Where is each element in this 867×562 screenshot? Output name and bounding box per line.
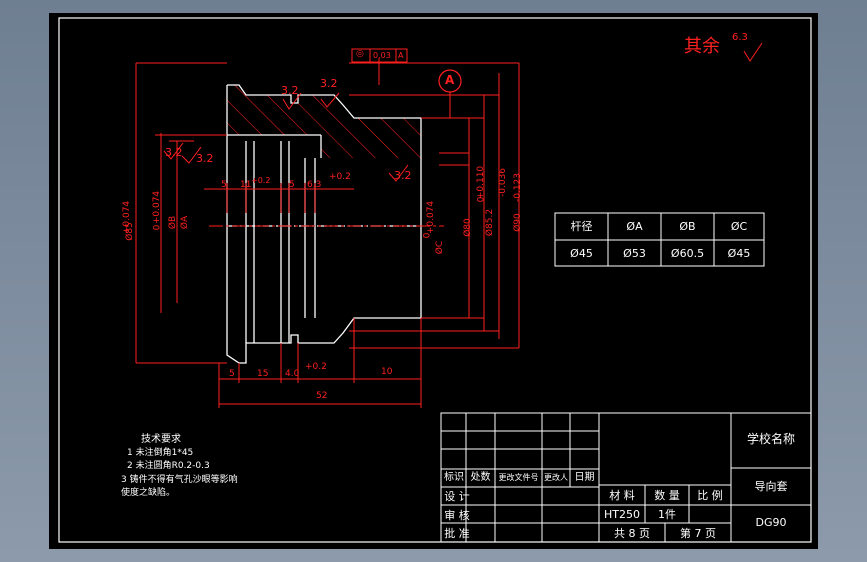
roughness-label: 3.2 (281, 84, 299, 97)
roughness-label: 3.2 (320, 77, 338, 90)
dim-d80: Ø80 (462, 218, 473, 237)
dim-d90-tol: -0.036 (498, 167, 509, 198)
param-header: ØA (626, 220, 643, 233)
dim-bot-10: 10 (381, 367, 393, 377)
school-name: 学校名称 (746, 432, 795, 446)
dim-db-label: ØB (168, 215, 179, 230)
concentricity-icon: ◎ (356, 49, 364, 59)
dim-dc-label: ØC (435, 240, 446, 255)
param-header: ØB (679, 220, 696, 233)
dim-dc-tol2: 0 (422, 232, 433, 239)
dim-da-label: ØA (180, 215, 191, 230)
tech-req-line: 使度之缺陷。 (121, 488, 176, 498)
tolerance-value: 0.03 (373, 51, 391, 60)
param-header: ØC (730, 220, 748, 233)
dim-bot-tol: +0.2 (305, 362, 327, 372)
total-pages: 共 8 页 (614, 527, 650, 540)
material-header: 材 料 (609, 489, 635, 502)
material-value: HT250 (604, 508, 640, 521)
dim-bot-4: 4.0 (285, 369, 300, 379)
drawing-sheet: 其余 6.3 A ◎ 0.03 A 3.2 3.2 3.2 3.2 3.2 +0… (49, 13, 818, 549)
dim-db-tol: +0.074 (152, 190, 163, 225)
dim-d90: Ø90 (512, 213, 523, 232)
dim-db-tol2: 0 (152, 224, 163, 231)
approve-label: 批 准 (444, 527, 470, 540)
dim-d85-label: Ø85 (124, 222, 135, 241)
dim-d90-tol2: -0.123 (513, 172, 524, 203)
part-name: 导向套 (754, 480, 788, 493)
dim-top-tol-a: +0.2 (251, 176, 271, 185)
dim-top-tol-b: +0.2 (329, 172, 351, 182)
dim-top-5b: 5 (289, 180, 295, 190)
check-label: 审 核 (444, 509, 470, 522)
page-number: 第 7 页 (680, 527, 716, 540)
param-value: Ø53 (623, 247, 646, 260)
rev-mark: 标识 (444, 472, 464, 483)
qty-value: 1件 (658, 508, 676, 521)
param-value: Ø45 (570, 247, 593, 260)
dim-top-11: 11 (240, 180, 252, 190)
design-label: 设 计 (444, 490, 470, 503)
dim-d852-tol2: 0 (476, 196, 487, 203)
tolerance-datum: A (398, 51, 404, 60)
dim-d852: Ø85.2 (485, 208, 496, 237)
dim-top-5a: 5 (221, 180, 227, 190)
rev-doc: 更改文件号 (498, 473, 539, 482)
param-value: Ø60.5 (670, 247, 705, 260)
dim-d852-tol: +0.110 (476, 165, 487, 200)
dim-bot-5: 5 (229, 369, 235, 379)
param-value: Ø45 (727, 247, 751, 260)
dim-dc-tol: +0.074 (426, 200, 437, 235)
tech-req-title: 技术要求 (141, 434, 181, 445)
other-roughness-value: 6.3 (732, 32, 748, 43)
dim-top-63: 6.3 (307, 180, 322, 190)
qty-header: 数 量 (654, 489, 680, 502)
datum-label: A (445, 73, 455, 87)
section-hatch (227, 85, 421, 158)
dim-bot-15: 15 (257, 369, 269, 379)
drawing-code: DG90 (755, 516, 787, 529)
dim-bot-52: 52 (316, 391, 328, 401)
tech-req-line: 2 未注圆角R0.2-0.3 (127, 461, 210, 471)
tech-req-line: 3 铸件不得有气孔沙眼等影响 (121, 475, 238, 485)
rev-date: 日期 (574, 472, 595, 483)
scale-header: 比 例 (697, 489, 723, 502)
other-roughness-note: 其余 (684, 36, 720, 57)
rev-count: 处数 (470, 472, 491, 483)
tech-req-line: 1 未注倒角1*45 (127, 448, 194, 458)
rev-person: 更改人 (544, 473, 568, 482)
roughness-label: 3.2 (394, 169, 412, 182)
roughness-label: 3.2 (196, 152, 214, 165)
roughness-label: 3.2 (165, 146, 183, 159)
param-header: 杆径 (570, 220, 593, 233)
